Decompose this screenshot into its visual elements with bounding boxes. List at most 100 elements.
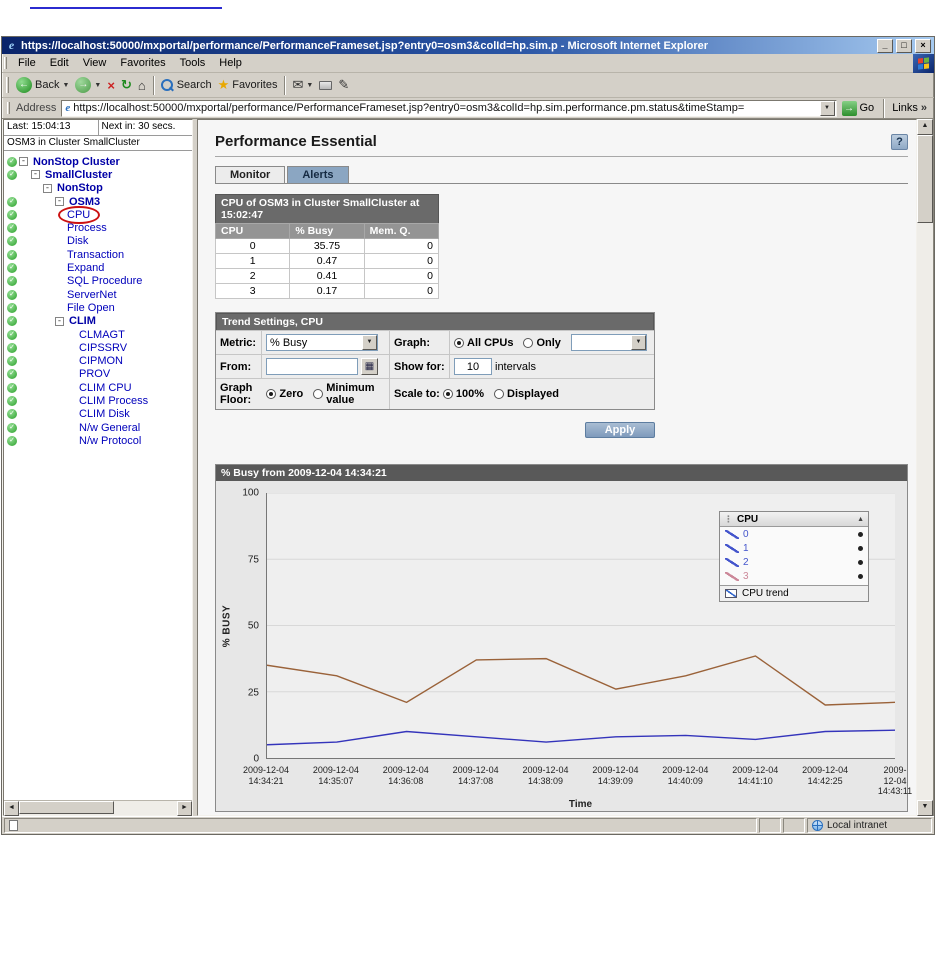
scrollbar-thumb[interactable] bbox=[917, 135, 933, 223]
scrollbar-thumb[interactable] bbox=[19, 801, 114, 814]
tree-item-process[interactable]: ✓Process bbox=[4, 221, 192, 234]
radio-floor-zero[interactable] bbox=[266, 389, 276, 399]
apply-button[interactable]: Apply bbox=[585, 422, 655, 438]
legend-header[interactable]: ⋮ CPU ▲ bbox=[720, 512, 868, 527]
visibility-toggle-icon[interactable] bbox=[858, 546, 863, 551]
tree-item-label[interactable]: CLIM bbox=[67, 315, 98, 327]
address-input[interactable]: e https://localhost:50000/mxportal/perfo… bbox=[61, 100, 836, 117]
menu-view[interactable]: View bbox=[76, 55, 114, 71]
forward-button[interactable]: → ▼ bbox=[72, 76, 104, 94]
scroll-left-icon[interactable]: ◄ bbox=[4, 801, 19, 816]
tree-item-label[interactable]: Disk bbox=[65, 235, 90, 247]
tree-item-label[interactable]: CLIM Process bbox=[77, 395, 150, 407]
tree-item-file-open[interactable]: ✓File Open bbox=[4, 301, 192, 314]
tree-item-n-w-protocol[interactable]: ✓N/w Protocol bbox=[4, 434, 192, 447]
tree-item-nonstop-cluster[interactable]: ✓-NonStop Cluster bbox=[4, 155, 192, 168]
collapse-icon[interactable]: - bbox=[55, 317, 64, 326]
tree-item-label[interactable]: ServerNet bbox=[65, 289, 119, 301]
tree-item-label[interactable]: CLMAGT bbox=[77, 329, 127, 341]
search-button[interactable]: Search bbox=[158, 78, 215, 93]
collapse-icon[interactable]: - bbox=[31, 170, 40, 179]
collapse-icon[interactable]: - bbox=[55, 197, 64, 206]
address-grip[interactable] bbox=[7, 102, 10, 115]
tree-item-label[interactable]: Process bbox=[65, 222, 109, 234]
scroll-up-icon[interactable]: ▲ bbox=[917, 119, 933, 135]
back-dropdown-icon[interactable]: ▼ bbox=[62, 82, 69, 89]
minimize-button[interactable]: _ bbox=[877, 39, 893, 53]
menu-help[interactable]: Help bbox=[212, 55, 249, 71]
tab-alerts[interactable]: Alerts bbox=[287, 166, 348, 183]
mail-button[interactable]: ✉▼ bbox=[289, 76, 316, 94]
tree-item-osm3[interactable]: ✓-OSM3 bbox=[4, 195, 192, 208]
radio-floor-min[interactable] bbox=[313, 389, 323, 399]
tree-item-label[interactable]: Expand bbox=[65, 262, 106, 274]
tree-item-clmagt[interactable]: ✓CLMAGT bbox=[4, 328, 192, 341]
legend-item-cpu-3[interactable]: 3 bbox=[720, 569, 868, 583]
tree-item-clim-cpu[interactable]: ✓CLIM CPU bbox=[4, 381, 192, 394]
tree-item-label[interactable]: N/w General bbox=[77, 422, 142, 434]
only-cpu-select[interactable]: ▼ bbox=[571, 334, 647, 351]
tree-item-transaction[interactable]: ✓Transaction bbox=[4, 248, 192, 261]
tree-item-label[interactable]: OSM3 bbox=[67, 196, 102, 208]
tree-item-disk[interactable]: ✓Disk bbox=[4, 235, 192, 248]
legend-item-cpu-0[interactable]: 0 bbox=[720, 527, 868, 541]
tab-monitor[interactable]: Monitor bbox=[215, 166, 285, 183]
toolbar-grip[interactable] bbox=[6, 77, 9, 92]
tree-item-clim-process[interactable]: ✓CLIM Process bbox=[4, 394, 192, 407]
visibility-toggle-icon[interactable] bbox=[858, 560, 863, 565]
chevron-down-icon[interactable]: ▼ bbox=[631, 335, 646, 350]
tree-item-label[interactable]: File Open bbox=[65, 302, 117, 314]
maximize-button[interactable]: □ bbox=[896, 39, 912, 53]
help-button[interactable]: ? bbox=[891, 134, 908, 150]
tree-item-n-w-general[interactable]: ✓N/w General bbox=[4, 421, 192, 434]
visibility-toggle-icon[interactable] bbox=[858, 532, 863, 537]
links-button[interactable]: Links » bbox=[888, 102, 931, 114]
address-dropdown-icon[interactable]: ▼ bbox=[820, 101, 835, 116]
legend-item-cpu-1[interactable]: 1 bbox=[720, 541, 868, 555]
radio-scale-100[interactable] bbox=[443, 389, 453, 399]
tree-item-label[interactable]: SQL Procedure bbox=[65, 275, 144, 287]
tree-item-expand[interactable]: ✓Expand bbox=[4, 261, 192, 274]
tree-item-cpu[interactable]: ✓CPU bbox=[4, 208, 192, 221]
tree-item-label[interactable]: CPU bbox=[65, 209, 92, 221]
favorites-button[interactable]: ★ Favorites bbox=[215, 76, 281, 94]
edit-button[interactable]: ✎ bbox=[335, 76, 352, 94]
tree-item-prov[interactable]: ✓PROV bbox=[4, 368, 192, 381]
intervals-input[interactable] bbox=[454, 358, 492, 375]
menu-favorites[interactable]: Favorites bbox=[113, 55, 172, 71]
close-button[interactable]: × bbox=[915, 39, 931, 53]
tree-item-nonstop[interactable]: ✓-NonStop bbox=[4, 182, 192, 195]
tree-item-label[interactable]: Transaction bbox=[65, 249, 126, 261]
menu-grip[interactable] bbox=[4, 57, 7, 70]
radio-all-cpus[interactable] bbox=[454, 338, 464, 348]
sidebar-horizontal-scrollbar[interactable]: ◄ ► bbox=[4, 800, 192, 815]
refresh-button[interactable]: ↻ bbox=[118, 76, 135, 94]
back-button[interactable]: ← Back ▼ bbox=[13, 76, 72, 94]
from-input[interactable] bbox=[266, 358, 358, 375]
radio-only[interactable] bbox=[523, 338, 533, 348]
tree-item-cipssrv[interactable]: ✓CIPSSRV bbox=[4, 341, 192, 354]
tree-item-label[interactable]: NonStop Cluster bbox=[31, 156, 122, 168]
legend-footer[interactable]: CPU trend bbox=[720, 585, 868, 601]
tree-item-sql-procedure[interactable]: ✓SQL Procedure bbox=[4, 275, 192, 288]
tree-item-label[interactable]: SmallCluster bbox=[43, 169, 114, 181]
tree-item-label[interactable]: CIPMON bbox=[77, 355, 125, 367]
scroll-right-icon[interactable]: ► bbox=[177, 801, 192, 816]
menu-tools[interactable]: Tools bbox=[173, 55, 213, 71]
tree-item-label[interactable]: NonStop bbox=[55, 182, 105, 194]
calendar-icon[interactable]: ▦ bbox=[361, 358, 378, 375]
tree-item-label[interactable]: PROV bbox=[77, 368, 112, 380]
legend-item-cpu-2[interactable]: 2 bbox=[720, 555, 868, 569]
main-vertical-scrollbar[interactable]: ▲ ▼ bbox=[917, 119, 933, 816]
menu-edit[interactable]: Edit bbox=[43, 55, 76, 71]
metric-select[interactable]: % Busy ▼ bbox=[266, 334, 378, 351]
menu-file[interactable]: File bbox=[11, 55, 43, 71]
tree-item-smallcluster[interactable]: ✓-SmallCluster bbox=[4, 168, 192, 181]
home-button[interactable]: ⌂ bbox=[135, 77, 149, 94]
radio-scale-displayed[interactable] bbox=[494, 389, 504, 399]
tree-item-clim[interactable]: ✓-CLIM bbox=[4, 315, 192, 328]
scroll-down-icon[interactable]: ▼ bbox=[917, 800, 933, 816]
drag-handle-icon[interactable]: ⋮ bbox=[724, 514, 733, 525]
tree-item-label[interactable]: CLIM Disk bbox=[77, 408, 132, 420]
stop-button[interactable]: × bbox=[104, 77, 118, 94]
